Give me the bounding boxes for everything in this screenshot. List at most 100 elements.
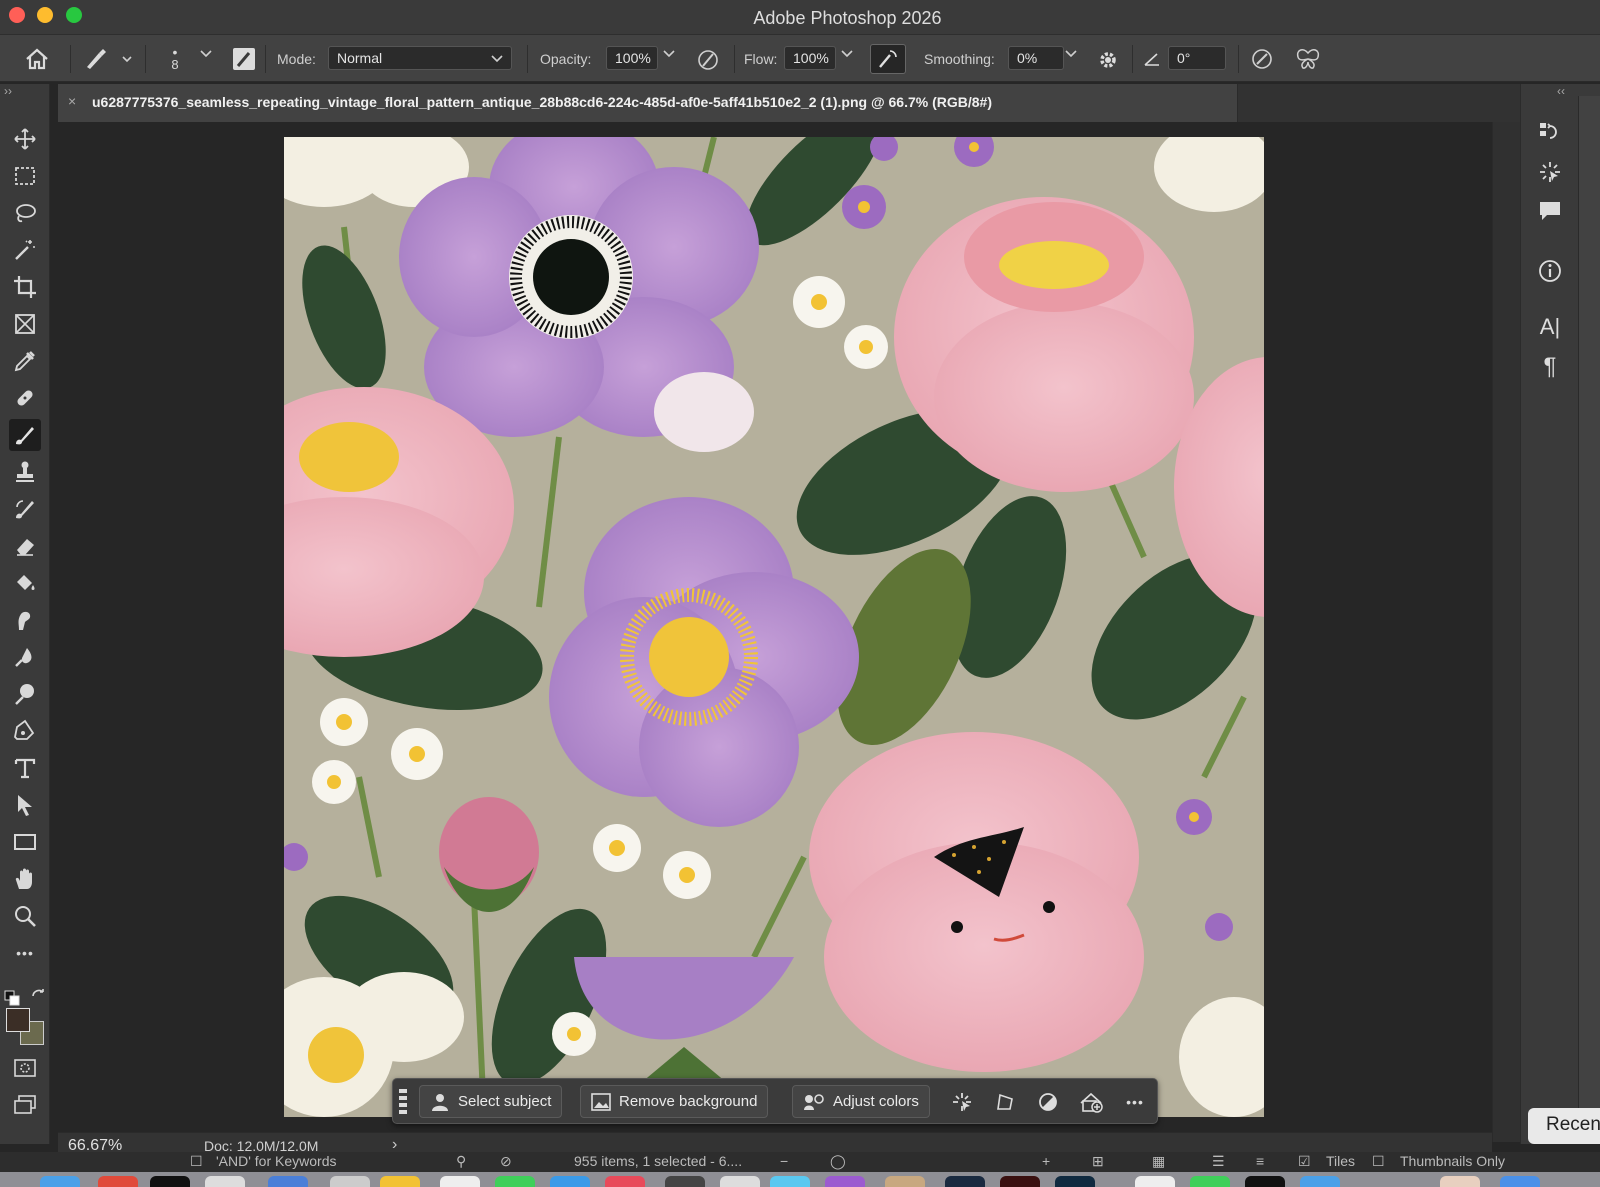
dock-app[interactable]: [770, 1176, 810, 1187]
brush-settings-panel-icon[interactable]: [230, 45, 258, 73]
opacity-chevron-icon[interactable]: [663, 49, 675, 61]
document-canvas[interactable]: [284, 137, 1264, 1117]
dock-app[interactable]: [1500, 1176, 1540, 1187]
quick-mask-icon[interactable]: [9, 1052, 41, 1084]
foreground-color-swatch[interactable]: [6, 1008, 30, 1032]
paragraph-panel-icon[interactable]: ¶: [1535, 352, 1565, 382]
info-icon[interactable]: [1535, 256, 1565, 286]
zoom-tool-icon[interactable]: [9, 900, 41, 932]
angle-field[interactable]: 0°: [1168, 46, 1226, 70]
adjustment-layer-icon[interactable]: [1036, 1090, 1060, 1114]
thumbnail-size-slider[interactable]: ◯: [830, 1153, 846, 1170]
smoothing-chevron-icon[interactable]: [1065, 49, 1077, 61]
pin-icon[interactable]: ⚲: [456, 1153, 466, 1170]
pressure-size-icon[interactable]: [1248, 46, 1276, 72]
expand-panel-icon[interactable]: ››: [4, 84, 12, 98]
gear-icon[interactable]: [1094, 47, 1122, 73]
character-panel-icon[interactable]: A|: [1535, 312, 1565, 342]
pressure-opacity-icon[interactable]: [694, 47, 722, 73]
home-icon[interactable]: [22, 45, 52, 73]
dock-app[interactable]: [1245, 1176, 1285, 1187]
dock-app[interactable]: [945, 1176, 985, 1187]
history-brush-icon[interactable]: [9, 493, 41, 525]
thumbnails-only-checkbox[interactable]: ☐: [1372, 1153, 1385, 1170]
mode-select[interactable]: Normal: [328, 46, 512, 70]
magic-wand-icon[interactable]: [9, 234, 41, 266]
dock-app[interactable]: [440, 1176, 480, 1187]
close-tab-icon[interactable]: ×: [68, 93, 76, 109]
brush-tool-icon[interactable]: [9, 419, 41, 451]
dock-app[interactable]: [1300, 1176, 1340, 1187]
dock-app[interactable]: [205, 1176, 245, 1187]
drag-handle-icon[interactable]: [399, 1089, 407, 1115]
smudge-tool-icon[interactable]: [9, 604, 41, 636]
clone-stamp-icon[interactable]: [9, 456, 41, 488]
brush-size-picker[interactable]: • 8: [162, 41, 188, 77]
eraser-icon[interactable]: [9, 530, 41, 562]
dock-app[interactable]: [1000, 1176, 1040, 1187]
brush-preset-picker[interactable]: [80, 45, 136, 73]
path-selection-icon[interactable]: [9, 789, 41, 821]
screen-mode-icon[interactable]: [9, 1089, 41, 1121]
swap-colors-icon[interactable]: [30, 988, 46, 1004]
zoom-out-icon[interactable]: −: [780, 1153, 788, 1169]
view-details-icon[interactable]: ☰: [1212, 1153, 1225, 1170]
default-colors-icon[interactable]: [4, 990, 20, 1006]
history-panel-icon[interactable]: [1535, 117, 1565, 147]
flow-field[interactable]: 100%: [784, 46, 836, 70]
dodge-tool-icon[interactable]: [9, 678, 41, 710]
dock-app[interactable]: [1440, 1176, 1480, 1187]
opacity-field[interactable]: 100%: [606, 46, 658, 70]
type-tool-icon[interactable]: [9, 752, 41, 784]
dock-app[interactable]: [605, 1176, 645, 1187]
rectangle-tool-icon[interactable]: [9, 826, 41, 858]
dock-app[interactable]: [1190, 1176, 1230, 1187]
adjust-colors-button[interactable]: Adjust colors: [792, 1085, 930, 1118]
marquee-tool-icon[interactable]: [9, 160, 41, 192]
hand-tool-icon[interactable]: [9, 863, 41, 895]
add-image-icon[interactable]: [1079, 1090, 1103, 1114]
transform-icon[interactable]: [993, 1090, 1017, 1114]
crop-tool-icon[interactable]: [9, 271, 41, 303]
keywords-checkbox[interactable]: ☐: [190, 1153, 203, 1170]
dock-app[interactable]: [380, 1176, 420, 1187]
healing-brush-icon[interactable]: [9, 382, 41, 414]
no-filter-icon[interactable]: ⊘: [500, 1153, 512, 1170]
eyedropper-icon[interactable]: [9, 345, 41, 377]
document-tab[interactable]: × u6287775376_seamless_repeating_vintage…: [58, 84, 1238, 122]
airbrush-toggle-icon[interactable]: [870, 44, 906, 74]
remove-background-button[interactable]: Remove background: [580, 1085, 769, 1118]
comments-icon[interactable]: [1535, 196, 1565, 226]
vertical-scrollbar[interactable]: [1492, 122, 1520, 1142]
dock-app[interactable]: [885, 1176, 925, 1187]
collapse-panel-icon[interactable]: ‹‹: [1557, 84, 1565, 98]
dock-app[interactable]: [40, 1176, 80, 1187]
move-tool-icon[interactable]: [9, 123, 41, 155]
lasso-tool-icon[interactable]: [9, 197, 41, 229]
grid-lock-icon[interactable]: ⊞: [1092, 1153, 1104, 1170]
chevron-down-icon[interactable]: [200, 49, 212, 61]
select-subject-button[interactable]: Select subject: [419, 1085, 563, 1118]
dock-app[interactable]: [495, 1176, 535, 1187]
dock-app[interactable]: [1135, 1176, 1175, 1187]
smoothing-field[interactable]: 0%: [1008, 46, 1064, 70]
sparkle-select-icon[interactable]: [950, 1090, 974, 1114]
properties-sparkle-icon[interactable]: [1535, 157, 1565, 187]
paint-bucket-icon[interactable]: [9, 567, 41, 599]
frame-tool-icon[interactable]: [9, 308, 41, 340]
dock-app[interactable]: [1055, 1176, 1095, 1187]
dock-app[interactable]: [98, 1176, 138, 1187]
dock-app[interactable]: [720, 1176, 760, 1187]
flow-chevron-icon[interactable]: [841, 49, 853, 61]
more-options-icon[interactable]: •••: [1123, 1090, 1147, 1114]
view-grid-icon[interactable]: ▦: [1152, 1153, 1165, 1170]
dock-app[interactable]: [150, 1176, 190, 1187]
tiles-checkbox[interactable]: ☑: [1298, 1153, 1311, 1170]
dock-app[interactable]: [268, 1176, 308, 1187]
blur-tool-icon[interactable]: [9, 641, 41, 673]
dock-app[interactable]: [665, 1176, 705, 1187]
zoom-in-icon[interactable]: +: [1042, 1153, 1050, 1169]
view-list-icon[interactable]: ≡: [1256, 1153, 1264, 1169]
dock-app[interactable]: [330, 1176, 370, 1187]
more-tools-icon[interactable]: •••: [9, 937, 41, 969]
